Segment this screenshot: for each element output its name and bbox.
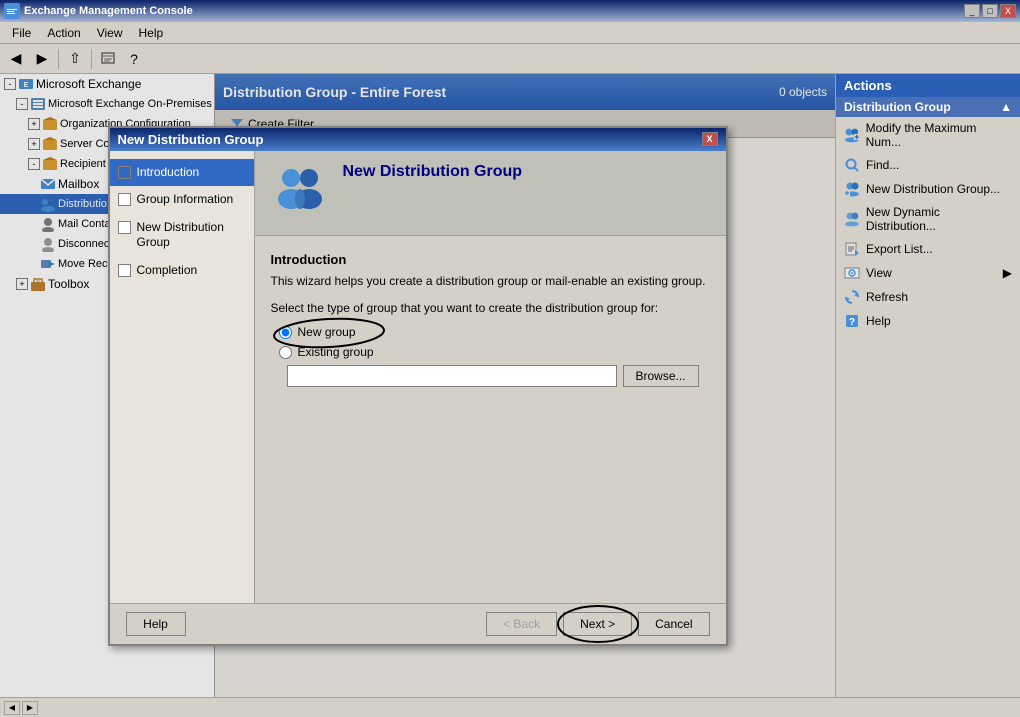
status-arrows: ◀ ▶ [4, 701, 38, 715]
cancel-button[interactable]: Cancel [638, 612, 709, 636]
view-icon [844, 265, 860, 281]
status-bar: ◀ ▶ [0, 697, 1020, 717]
center-panel: Distribution Group - Entire Forest 0 obj… [215, 74, 835, 717]
menu-file[interactable]: File [4, 24, 39, 42]
view-submenu-arrow: ▶ [1003, 266, 1012, 280]
action-modify-max-label: Modify the Maximum Num... [866, 121, 1012, 149]
dialog-title: New Distribution Group [215, 132, 263, 147]
action-view-label: View [866, 266, 892, 280]
intro-section-title: Introduction [271, 252, 710, 267]
menu-view[interactable]: View [89, 24, 131, 42]
dialog-nav: Introduction Group Information New Distr… [215, 151, 255, 603]
status-right-arrow[interactable]: ▶ [22, 701, 38, 715]
nav-item-completion[interactable]: Completion [215, 257, 254, 285]
new-group-circled: New group [279, 325, 356, 339]
action-new-dynamic-label: New Dynamic Distribution... [866, 205, 1012, 233]
actions-section-header: Distribution Group ▲ [836, 97, 1020, 117]
help-toolbar-button[interactable]: ? [122, 48, 146, 70]
radio-new-group: New group [279, 325, 710, 339]
radio-new-group-label: New group [298, 325, 356, 339]
action-view[interactable]: View ▶ [836, 261, 1020, 285]
minimize-button[interactable]: _ [964, 4, 980, 18]
radio-existing-group: Existing group [279, 345, 710, 359]
toolbar-separator-2 [91, 49, 92, 69]
help-action-icon: ? [844, 313, 860, 329]
action-export-label: Export List... [866, 242, 933, 256]
right-panel: Actions Distribution Group ▲ Modify the … [835, 74, 1020, 717]
action-modify-max[interactable]: Modify the Maximum Num... [836, 117, 1020, 153]
dialog-heading-text: New Distribution Group [343, 163, 523, 181]
new-dist-group-icon [844, 181, 860, 197]
export-list-icon [844, 241, 860, 257]
menu-help[interactable]: Help [131, 24, 172, 42]
action-refresh[interactable]: Refresh [836, 285, 1020, 309]
action-help[interactable]: ? Help [836, 309, 1020, 333]
action-new-dist-group-label: New Distribution Group... [866, 182, 1000, 196]
radio-new-group-input[interactable] [279, 326, 292, 339]
radio-group: New group [279, 325, 710, 387]
new-distribution-group-dialog: New Distribution Group X Introduction [215, 126, 728, 646]
dialog-content: New Distribution Group Introduction This… [255, 151, 726, 603]
dialog-title-bar: New Distribution Group X [215, 128, 726, 151]
action-export-list[interactable]: Export List... [836, 237, 1020, 261]
dialog-close-button[interactable]: X [702, 132, 718, 146]
svg-text:?: ? [849, 317, 855, 328]
main-layout: - E Microsoft Exchange - Microsoft Excha… [0, 74, 1020, 717]
dialog-footer: Help < Back Next > Cancel [215, 603, 726, 644]
browse-button[interactable]: Browse... [623, 365, 699, 387]
action-find-label: Find... [866, 158, 899, 172]
action-find[interactable]: Find... [836, 153, 1020, 177]
action-refresh-label: Refresh [866, 290, 908, 304]
intro-description: This wizard helps you create a distribut… [271, 273, 710, 290]
back-button[interactable]: ◀ [4, 48, 28, 70]
nav-item-new-dist-group[interactable]: New Distribution Group [215, 214, 254, 257]
browse-row: Browse... [287, 365, 710, 387]
browse-input[interactable] [287, 365, 617, 387]
dialog-overlay: New Distribution Group X Introduction [215, 74, 835, 697]
radio-existing-group-label: Existing group [298, 345, 374, 359]
nav-item-group-info[interactable]: Group Information [215, 186, 254, 214]
app-icon [4, 3, 20, 19]
menu-action[interactable]: Action [39, 24, 88, 42]
new-dynamic-dist-icon [844, 211, 860, 227]
dialog-content-body: Introduction This wizard helps you creat… [255, 236, 726, 603]
radio-existing-group-input[interactable] [279, 346, 292, 359]
close-button[interactable]: X [1000, 4, 1016, 18]
dialog-content-header: New Distribution Group [255, 151, 726, 236]
toolbar-separator [58, 49, 59, 69]
action-new-dynamic-dist[interactable]: New Dynamic Distribution... [836, 201, 1020, 237]
menu-bar: File Action View Help [0, 22, 1020, 44]
nav-label-new-dist-group: New Distribution Group [215, 220, 246, 251]
action-new-dist-group[interactable]: New Distribution Group... [836, 177, 1020, 201]
nav-label-group-info: Group Information [215, 192, 233, 208]
action-help-label: Help [866, 314, 891, 328]
up-button[interactable]: ⇧ [63, 48, 87, 70]
find-icon [844, 157, 860, 173]
dialog-wizard-heading: New Distribution Group [343, 163, 523, 185]
window-title: Exchange Management Console [24, 5, 193, 17]
back-button[interactable]: < Back [486, 612, 557, 636]
title-bar-controls: _ □ X [964, 4, 1016, 18]
nav-item-introduction[interactable]: Introduction [215, 159, 254, 187]
title-bar-left: Exchange Management Console [4, 3, 193, 19]
maximize-button[interactable]: □ [982, 4, 998, 18]
title-bar: Exchange Management Console _ □ X [0, 0, 1020, 22]
dialog-body: Introduction Group Information New Distr… [215, 151, 726, 603]
actions-section-arrow: ▲ [1000, 100, 1012, 114]
footer-right: < Back Next > Cancel [486, 612, 709, 636]
forward-button[interactable]: ▶ [30, 48, 54, 70]
next-button[interactable]: Next > [563, 612, 632, 636]
refresh-icon [844, 289, 860, 305]
intro-question: Select the type of group that you want t… [271, 301, 710, 315]
toolbar: ◀ ▶ ⇧ ? [0, 44, 1020, 74]
favorites-button[interactable] [96, 48, 120, 70]
dialog-title-controls: X [702, 132, 718, 146]
status-left-arrow[interactable]: ◀ [4, 701, 20, 715]
modify-max-icon [844, 127, 860, 143]
actions-title: Actions [836, 74, 1020, 97]
wizard-icon [271, 163, 331, 223]
actions-section-label: Distribution Group [844, 100, 951, 114]
